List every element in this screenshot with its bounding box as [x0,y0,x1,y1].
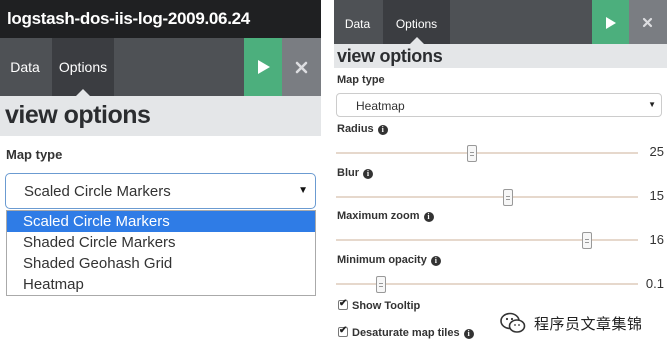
play-icon [606,17,616,29]
info-icon[interactable]: i [423,212,434,222]
desaturate-tiles-label: Desaturate map tiles [352,327,460,339]
minimum-opacity-slider[interactable] [336,276,638,293]
close-icon [295,61,308,74]
apply-button[interactable] [244,38,282,96]
discard-button[interactable] [282,38,321,96]
slider-thumb[interactable] [581,232,592,249]
dropdown-option[interactable]: Shaded Circle Markers [7,232,315,253]
slider-track [336,152,638,154]
tab-data[interactable]: Data [334,0,381,44]
right-panel: Data Options view options Map type Heatm… [334,0,667,350]
active-tab-pointer [409,37,424,44]
show-tooltip-checkbox[interactable] [338,298,348,310]
view-options-heading: view options [334,44,667,68]
maximum-zoom-slider[interactable] [336,232,638,249]
slider-track [336,239,638,241]
map-type-select[interactable]: Scaled Circle Markers ▼ [5,173,316,209]
caret-down-icon: ▼ [298,185,308,196]
maximum-zoom-value: 16 [649,232,664,247]
slider-track [336,196,638,198]
desaturate-tiles-checkbox[interactable] [338,325,348,337]
map-type-selected-value: Scaled Circle Markers [24,183,171,200]
maximum-zoom-label-text: Maximum zoom [337,210,420,222]
minimum-opacity-value: 0.1 [645,276,664,291]
slider-thumb[interactable] [466,145,477,162]
watermark-text: 程序员文章集锦 [534,315,643,333]
minimum-opacity-label: Minimum opacity i [337,254,441,266]
active-tab-pointer [76,89,90,96]
blur-label-text: Blur [337,167,359,179]
slider-thumb[interactable] [503,189,514,206]
slider-thumb[interactable] [376,276,387,293]
blur-label: Blur i [337,167,373,179]
radius-label: Radius i [337,123,388,135]
caret-down-icon: ▼ [648,100,656,109]
map-type-dropdown: Scaled Circle Markers Shaded Circle Mark… [6,210,316,296]
discard-button[interactable] [629,0,667,44]
radius-slider[interactable] [336,145,638,162]
tab-options-label: Options [58,59,108,75]
left-panel: logstash-dos-iis-log-2009.06.24 Data Opt… [0,0,321,350]
dropdown-option[interactable]: Shaded Geohash Grid [7,253,315,274]
tab-options[interactable]: Options [383,0,450,44]
tab-options[interactable]: Options [52,38,114,96]
tab-bar: Data Options [334,0,667,44]
maximum-zoom-label: Maximum zoom i [337,210,434,222]
blur-slider[interactable] [336,189,638,206]
wechat-logo-icon [500,312,526,333]
view-options-heading: view options [0,96,321,136]
dropdown-option[interactable]: Scaled Circle Markers [7,211,315,232]
show-tooltip-row[interactable]: Show Tooltip [338,298,421,312]
apply-button[interactable] [592,0,629,44]
show-tooltip-label: Show Tooltip [352,300,421,312]
minimum-opacity-label-text: Minimum opacity [337,254,427,266]
desaturate-tiles-row[interactable]: Desaturate map tilesi [338,325,474,339]
map-type-select[interactable]: Heatmap ▼ [336,93,662,117]
close-icon [642,17,653,28]
map-type-label: Map type [6,147,63,162]
tab-data[interactable]: Data [0,38,50,96]
radius-value: 25 [649,144,664,159]
info-icon[interactable]: i [430,256,441,266]
radius-label-text: Radius [337,123,374,135]
map-type-selected-value: Heatmap [356,99,405,113]
blur-value: 15 [649,188,664,203]
tab-bar: Data Options [0,38,321,96]
index-title: logstash-dos-iis-log-2009.06.24 [0,0,321,38]
play-icon [258,60,270,74]
tab-options-label: Options [395,17,438,31]
info-icon[interactable]: i [463,329,474,339]
info-icon[interactable]: i [363,169,373,179]
watermark: 程序员文章集锦 [496,307,666,339]
info-icon[interactable]: i [377,125,388,135]
dropdown-option[interactable]: Heatmap [7,274,315,295]
map-type-label: Map type [337,74,385,86]
